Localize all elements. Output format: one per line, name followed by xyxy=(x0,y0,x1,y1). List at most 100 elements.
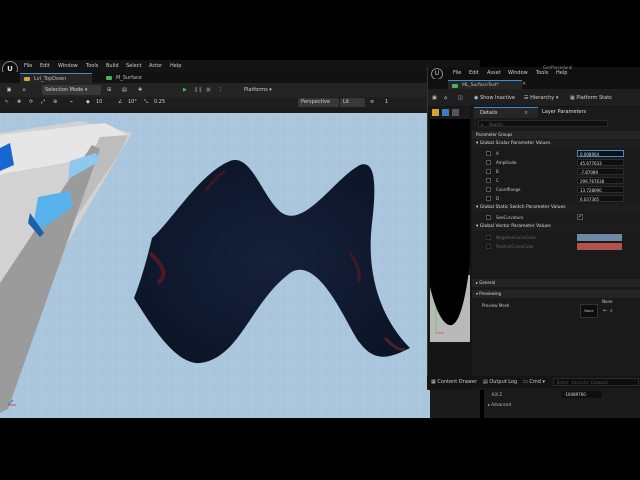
param-value-input[interactable]: 0.008904 xyxy=(577,150,624,157)
vector-param-row: NegativeCurveColor xyxy=(472,233,640,242)
close-details-icon[interactable]: × xyxy=(524,108,528,118)
param-value-input[interactable]: -7.87089 xyxy=(577,168,624,175)
param-name: Amplitude xyxy=(496,160,517,165)
preview-mesh-value: None xyxy=(602,299,613,304)
negative-curve-color-swatch[interactable] xyxy=(577,234,622,241)
details-search-input[interactable]: ⌕ Search xyxy=(478,120,608,127)
general-section-header[interactable]: ▸ General xyxy=(472,279,640,287)
platforms-dropdown[interactable]: Platforms ▾ xyxy=(244,85,286,95)
me-menu-edit[interactable]: Edit xyxy=(469,70,479,76)
menu-select[interactable]: Select xyxy=(126,63,141,69)
me-toolbar: ▣ ⌂ ◫ ◉ Show Inactive ☰ Hierarchy ▾ ▦ Pl… xyxy=(428,89,640,106)
me-menu-asset[interactable]: Asset xyxy=(487,70,501,76)
tab-details[interactable]: Details × xyxy=(474,107,538,118)
platform-stats-button[interactable]: ▦ Platform Stats xyxy=(570,93,612,103)
see-curvature-checkbox[interactable]: ✓ xyxy=(577,214,583,220)
browse-icon[interactable]: ⌕ xyxy=(610,307,613,316)
blueprint-icon[interactable]: ⊞ xyxy=(107,85,115,95)
parameter-groups-header[interactable]: Parameter Groups xyxy=(472,131,640,139)
save-icon[interactable]: ▣ xyxy=(5,85,13,95)
menu-tools[interactable]: Tools xyxy=(86,63,98,69)
pause-icon[interactable]: ❚❚ xyxy=(194,85,202,95)
output-log-label: Output Log xyxy=(489,379,518,385)
select-tool-icon[interactable]: ↖ xyxy=(5,98,9,107)
scalar-param-row: D 6.037305 xyxy=(472,194,640,203)
menu-build[interactable]: Build xyxy=(106,63,119,69)
me-menu-file[interactable]: File xyxy=(453,70,461,76)
scalar-group-header[interactable]: ▾ Global Scalar Parameter Values xyxy=(472,140,640,148)
surface-snap-icon[interactable]: ⌁ xyxy=(70,98,73,107)
rotate-tool-icon[interactable]: ⟳ xyxy=(29,98,33,107)
param-value-input[interactable]: 45.677633 xyxy=(577,159,624,166)
me-menu-tools[interactable]: Tools xyxy=(536,70,548,76)
save-asset-icon[interactable]: ▣ xyxy=(432,93,437,103)
positive-curve-color-swatch[interactable] xyxy=(577,243,622,250)
move-tool-icon[interactable]: ✥ xyxy=(17,98,21,107)
hierarchy-button[interactable]: ☰ Hierarchy ▾ xyxy=(524,93,558,103)
cmd-dropdown[interactable]: ▭ Cmd ▾ xyxy=(523,377,545,387)
level-viewport[interactable] xyxy=(0,113,430,418)
tab-material[interactable]: M_Surface xyxy=(102,73,166,83)
menu-file[interactable]: File xyxy=(24,63,32,69)
world-local-icon[interactable]: ⊕ xyxy=(53,98,57,107)
preview-mesh-dropdown[interactable]: None xyxy=(602,298,640,305)
advanced-section-header[interactable]: ▸ Advanced xyxy=(488,402,511,407)
override-checkbox[interactable] xyxy=(486,169,491,174)
snap-scale-value[interactable]: 0.25 xyxy=(154,98,165,107)
cinematics-icon[interactable]: ▤ xyxy=(122,85,130,95)
project-name: GenProcedural xyxy=(543,65,573,70)
param-value-input[interactable]: 299.767638 xyxy=(577,177,624,184)
material-icon xyxy=(106,76,112,80)
snap-grid-toggle[interactable]: ◆ xyxy=(86,98,90,107)
selection-mode-dropdown[interactable]: Selection Mode ▾ xyxy=(42,85,101,95)
menu-help[interactable]: Help xyxy=(170,63,181,69)
menu-window[interactable]: Window xyxy=(58,63,78,69)
menu-edit[interactable]: Edit xyxy=(40,63,50,69)
perspective-dropdown[interactable]: Perspective xyxy=(298,98,339,107)
snap-scale-toggle[interactable]: ⤡ xyxy=(144,98,148,107)
menu-actor[interactable]: Actor xyxy=(149,63,162,69)
hierarchy-label: Hierarchy xyxy=(530,95,555,101)
previewing-section-header[interactable]: ▾ Previewing xyxy=(472,290,640,298)
param-value-input[interactable]: 13.728090 xyxy=(577,186,624,193)
add-icon[interactable]: ✚ xyxy=(138,85,146,95)
show-inactive-icon: ◉ xyxy=(474,95,479,101)
browse-asset-icon[interactable]: ⌂ xyxy=(444,93,447,103)
show-inactive-button[interactable]: ◉ Show Inactive xyxy=(474,93,515,103)
vector-group-header[interactable]: ▾ Global Vector Parameter Values xyxy=(472,223,640,231)
content-drawer-button[interactable]: ▦ Content Drawer xyxy=(431,377,477,387)
snap-angle-toggle[interactable]: ∠ xyxy=(118,98,122,107)
param-value-input[interactable]: 6.037305 xyxy=(577,195,624,202)
close-tab-icon[interactable]: × xyxy=(522,81,526,87)
output-log-button[interactable]: ▤ Output Log xyxy=(483,377,517,387)
override-checkbox[interactable] xyxy=(486,215,491,220)
kill-z-label: Kill Z xyxy=(492,392,502,397)
show-flags-icon[interactable]: ≡ xyxy=(370,98,374,107)
console-command-input[interactable]: Enter Console Command xyxy=(553,378,639,386)
camera-speed-value[interactable]: 1 xyxy=(385,98,388,107)
view-mode-dropdown[interactable]: Lit xyxy=(340,98,365,107)
switch-group-header[interactable]: ▾ Global Static Switch Parameter Values xyxy=(472,204,640,212)
override-checkbox[interactable] xyxy=(486,187,491,192)
snap-angle-value[interactable]: 10° xyxy=(128,98,137,107)
override-checkbox[interactable] xyxy=(486,178,491,183)
play-icon[interactable]: ▶ xyxy=(183,85,191,95)
scale-tool-icon[interactable]: ⤢ xyxy=(41,98,45,107)
me-tabs: ML_SurfaceTest* × xyxy=(428,79,640,91)
override-checkbox[interactable] xyxy=(486,196,491,201)
apply-icon[interactable]: ◫ xyxy=(458,93,463,103)
play-options-icon[interactable]: ⋮ xyxy=(218,85,226,95)
kill-z-input[interactable]: -10489760 xyxy=(562,391,602,398)
me-menu-help[interactable]: Help xyxy=(556,70,567,76)
tab-layer-parameters[interactable]: Layer Parameters xyxy=(536,107,622,117)
content-icon[interactable]: ⌂ xyxy=(20,85,28,95)
material-preview-viewport[interactable] xyxy=(430,107,470,342)
override-checkbox[interactable] xyxy=(486,151,491,156)
stop-icon[interactable]: ■ xyxy=(206,85,214,95)
me-menu-window[interactable]: Window xyxy=(508,70,528,76)
snap-grid-value[interactable]: 10 xyxy=(96,98,102,107)
use-selected-icon[interactable]: ← xyxy=(603,307,607,316)
preview-options-icon xyxy=(452,109,459,116)
override-checkbox[interactable] xyxy=(486,160,491,165)
preview-mesh-thumbnail[interactable]: None xyxy=(580,304,598,318)
